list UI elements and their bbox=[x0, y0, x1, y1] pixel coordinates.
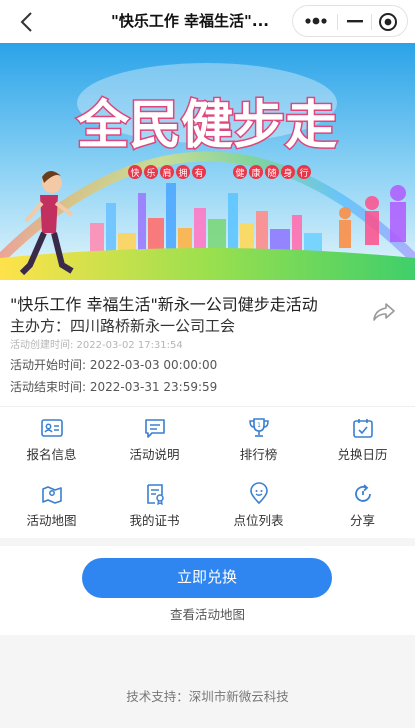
action-section: 立即兑换 查看活动地图 bbox=[0, 546, 415, 635]
svg-text:康: 康 bbox=[251, 167, 260, 179]
menu-item-description[interactable]: 活动说明 bbox=[103, 407, 206, 469]
menu-item-calendar[interactable]: 兑换日历 bbox=[311, 407, 414, 469]
menu-item-activity-map[interactable]: 活动地图 bbox=[0, 473, 103, 535]
close-circle-icon[interactable] bbox=[377, 11, 399, 33]
activity-banner: 全民健步走 快 乐 肩 拥 有 健 康 随 身 行 bbox=[0, 43, 415, 280]
trophy-icon: 1 bbox=[248, 418, 269, 437]
capsule-divider bbox=[337, 14, 338, 30]
menu-item-label: 报名信息 bbox=[26, 447, 77, 462]
menu-item-label: 兑换日历 bbox=[337, 447, 388, 462]
view-map-link[interactable]: 查看活动地图 bbox=[0, 604, 415, 623]
page-title: "快乐工作 幸福生活"... bbox=[111, 12, 269, 30]
menu-item-label: 我的证书 bbox=[129, 513, 180, 528]
redeem-button[interactable]: 立即兑换 bbox=[82, 558, 332, 598]
mini-program-capsule bbox=[292, 5, 408, 37]
banner-headline: 全民健步走 bbox=[74, 95, 338, 158]
id-card-icon bbox=[40, 419, 63, 437]
created-time: 活动创建时间: 2022-03-02 17:31:54 bbox=[10, 340, 183, 351]
top-navbar: "快乐工作 幸福生活"... bbox=[0, 0, 415, 43]
menu-item-location-list[interactable]: 点位列表 bbox=[207, 473, 310, 535]
menu-item-certificate[interactable]: 我的证书 bbox=[103, 473, 206, 535]
map-icon bbox=[41, 486, 62, 504]
capsule-divider bbox=[371, 14, 372, 30]
svg-text:乐: 乐 bbox=[146, 167, 155, 179]
banner-tag-right: 健 康 随 身 行 bbox=[233, 165, 311, 179]
menu-item-label: 活动地图 bbox=[26, 513, 77, 528]
banner-illustration: 全民健步走 快 乐 肩 拥 有 健 康 随 身 行 bbox=[0, 43, 415, 280]
calendar-check-icon bbox=[352, 419, 373, 438]
feature-menu-grid: 报名信息 活动说明 1 排行榜 兑换日历 活动地图 我的证书 点位列表 分享 bbox=[0, 406, 415, 538]
svg-text:身: 身 bbox=[283, 167, 292, 179]
menu-item-registration[interactable]: 报名信息 bbox=[0, 407, 103, 469]
menu-item-label: 排行榜 bbox=[239, 447, 278, 462]
share-arrow-icon[interactable] bbox=[370, 298, 398, 326]
tech-support-footer: 技术支持：深圳市新微云科技 bbox=[126, 689, 289, 704]
svg-text:快: 快 bbox=[130, 167, 139, 179]
activity-info-card: "快乐工作 幸福生活"新永一公司健步走活动 主办方：四川路桥新永一公司工会 活动… bbox=[0, 280, 415, 406]
banner-tag-left: 快 乐 肩 拥 有 bbox=[128, 165, 206, 179]
certificate-icon bbox=[146, 484, 164, 506]
svg-text:健: 健 bbox=[235, 167, 244, 179]
menu-item-ranking[interactable]: 1 排行榜 bbox=[207, 407, 310, 469]
svg-text:全民健步走: 全民健步走 bbox=[76, 96, 337, 156]
minimize-icon[interactable] bbox=[345, 14, 365, 28]
activity-title: "快乐工作 幸福生活"新永一公司健步走活动 bbox=[10, 295, 318, 314]
menu-item-label: 分享 bbox=[349, 513, 375, 528]
menu-item-label: 活动说明 bbox=[129, 447, 180, 462]
back-arrow-icon[interactable] bbox=[14, 9, 40, 35]
share-refresh-icon bbox=[354, 484, 371, 502]
svg-text:随: 随 bbox=[267, 167, 276, 179]
svg-text:行: 行 bbox=[299, 167, 308, 179]
end-time: 活动结束时间: 2022-03-31 23:59:59 bbox=[10, 380, 218, 394]
start-time: 活动开始时间: 2022-03-03 00:00:00 bbox=[10, 358, 218, 372]
more-dots-icon[interactable] bbox=[303, 14, 329, 28]
menu-item-label: 点位列表 bbox=[233, 513, 284, 528]
location-list-icon bbox=[249, 482, 268, 505]
menu-item-share[interactable]: 分享 bbox=[311, 473, 414, 535]
svg-text:1: 1 bbox=[257, 422, 261, 429]
message-icon bbox=[144, 419, 165, 438]
svg-text:拥: 拥 bbox=[178, 167, 187, 179]
svg-text:肩: 肩 bbox=[162, 167, 171, 179]
svg-text:有: 有 bbox=[194, 167, 203, 179]
organizer-text: 主办方：四川路桥新永一公司工会 bbox=[10, 317, 236, 335]
